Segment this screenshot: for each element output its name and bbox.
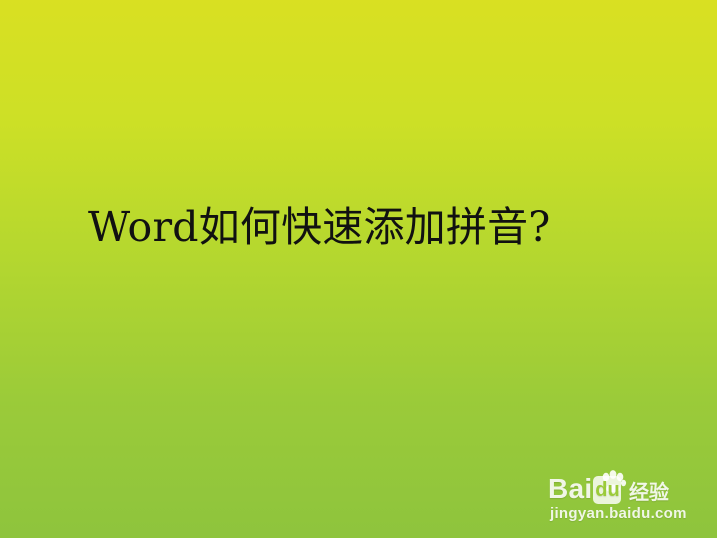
watermark-url: jingyan.baidu.com [550, 505, 687, 522]
baidu-du-badge: du [593, 476, 622, 504]
baidu-jingyan-watermark: Bai du 经验 jingyan.baidu.com [548, 458, 698, 528]
presentation-slide: Word如何快速添加拼音? Bai du 经验 jingyan.baidu.com [0, 0, 717, 538]
baidu-logo-text: Bai du [548, 472, 622, 506]
watermark-logo: Bai du 经验 [548, 470, 698, 506]
jingyan-logo-text: 经验 [629, 482, 669, 504]
baidu-prefix-text: Bai [548, 473, 593, 504]
slide-title: Word如何快速添加拼音? [88, 203, 551, 251]
